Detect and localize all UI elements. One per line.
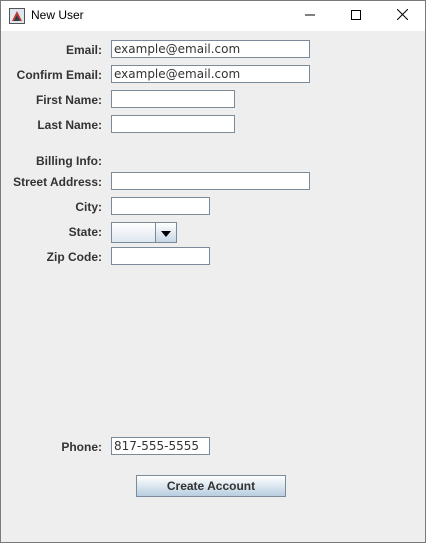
zip-code-field[interactable] <box>111 247 210 265</box>
street-address-field[interactable] <box>111 172 310 190</box>
maximize-icon <box>351 7 361 25</box>
phone-label: Phone: <box>61 440 102 454</box>
confirm-email-label: Confirm Email: <box>16 68 102 82</box>
minimize-icon <box>305 7 315 25</box>
email-field[interactable] <box>111 40 310 58</box>
first-name-label: First Name: <box>35 93 102 107</box>
close-button[interactable] <box>379 1 425 31</box>
state-select[interactable] <box>111 222 177 243</box>
close-icon <box>396 7 408 25</box>
confirm-email-field[interactable] <box>111 65 310 83</box>
city-label: City: <box>75 200 102 214</box>
zip-code-label: Zip Code: <box>46 250 102 264</box>
title-bar[interactable]: New User <box>1 1 425 31</box>
new-user-window: New User Email: Confirm Email: First Nam… <box>0 0 426 543</box>
phone-field[interactable] <box>111 437 210 455</box>
last-name-field[interactable] <box>111 115 235 133</box>
state-label: State: <box>68 225 102 239</box>
create-account-button[interactable]: Create Account <box>136 475 286 497</box>
city-field[interactable] <box>111 197 210 215</box>
minimize-button[interactable] <box>287 1 333 31</box>
first-name-field[interactable] <box>111 90 235 108</box>
chevron-down-icon <box>161 224 171 242</box>
billing-info-label: Billing Info: <box>36 154 102 168</box>
street-address-label: Street Address: <box>13 175 102 189</box>
last-name-label: Last Name: <box>37 118 102 132</box>
window-title: New User <box>31 8 84 22</box>
form-panel: Email: Confirm Email: First Name: Last N… <box>1 31 425 542</box>
state-dropdown-button[interactable] <box>155 223 176 242</box>
email-label: Email: <box>65 43 102 57</box>
maximize-button[interactable] <box>333 1 379 31</box>
java-app-icon <box>9 8 25 24</box>
